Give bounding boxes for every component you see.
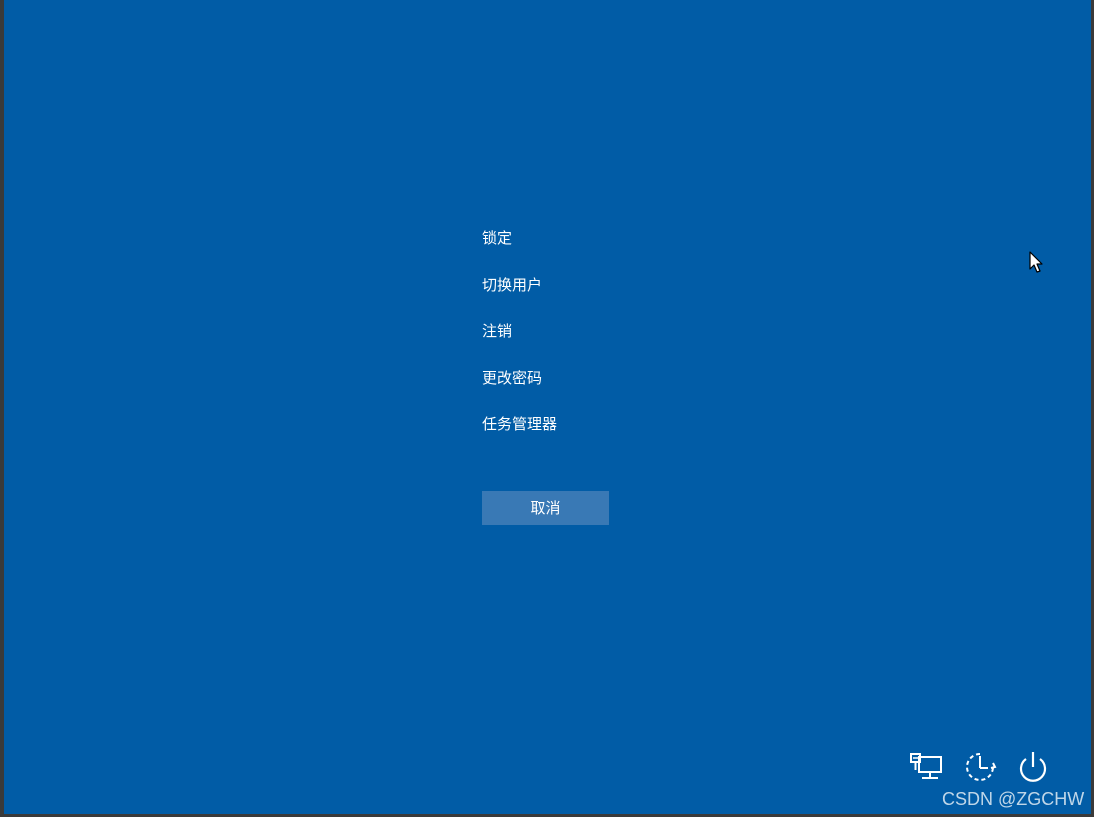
power-icon[interactable]	[1014, 748, 1052, 786]
menu-item-lock[interactable]: 锁定	[482, 227, 682, 249]
menu-item-change-password[interactable]: 更改密码	[482, 367, 682, 389]
security-options-menu: 锁定 切换用户 注销 更改密码 任务管理器	[482, 227, 682, 460]
watermark-text: CSDN @ZGCHW	[942, 789, 1085, 809]
menu-item-sign-out[interactable]: 注销	[482, 320, 682, 342]
secure-attention-screen: 锁定 切换用户 注销 更改密码 任务管理器 取消 CSDN @ZGCHW	[4, 0, 1091, 814]
menu-item-switch-user[interactable]: 切换用户	[482, 274, 682, 296]
mouse-cursor-icon	[1029, 251, 1043, 273]
network-icon[interactable]	[908, 748, 946, 786]
cancel-button[interactable]: 取消	[482, 491, 609, 525]
menu-item-task-manager[interactable]: 任务管理器	[482, 413, 682, 435]
accessibility-icon[interactable]	[961, 748, 999, 786]
